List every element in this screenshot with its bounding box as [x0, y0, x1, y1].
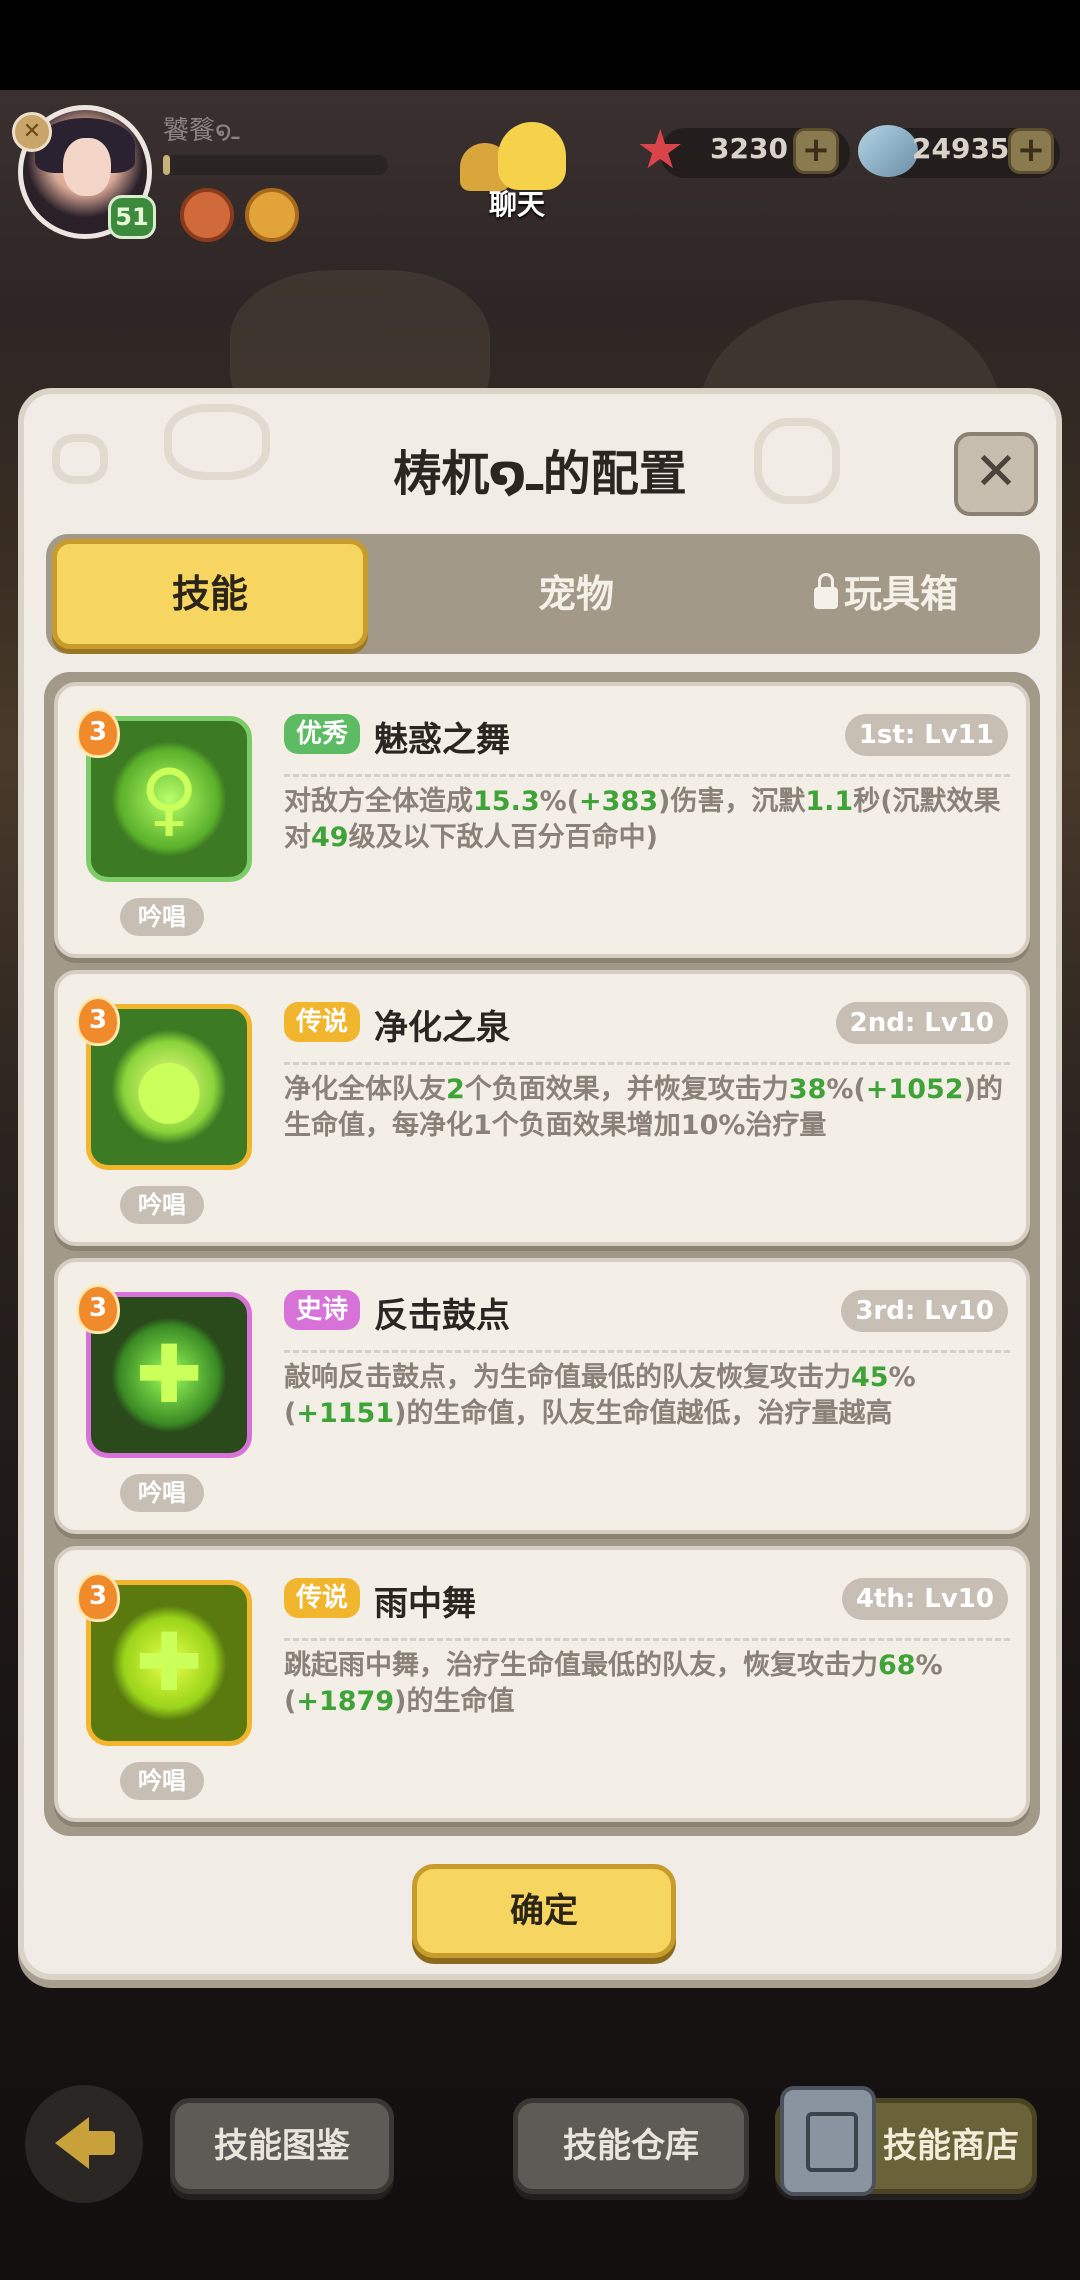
divider: [284, 1638, 1010, 1641]
skill-rank-badge: 3: [76, 996, 120, 1046]
divider: [284, 1062, 1010, 1065]
skill-slot-level: 2nd: Lv10: [835, 1002, 1008, 1044]
skill-rank-badge: 3: [76, 1572, 120, 1622]
skill-slot-level: 4th: Lv10: [841, 1578, 1008, 1620]
config-dialog: 梼杌໑ـ的配置 ✕ 技能 宠物 玩具箱 ♀ 3 吟唱 优秀 魅惑之舞 1st: Lv11 对…: [18, 388, 1062, 1980]
skill-stat-value: 45: [851, 1362, 889, 1393]
skill-card[interactable]: ● 3 吟唱 传说 净化之泉 2nd: Lv10 净化全体队友2个负面效果，并恢复攻击力38…: [54, 970, 1030, 1246]
mute-icon[interactable]: ✕: [12, 112, 52, 152]
skill-chant-tag: 吟唱: [120, 1474, 204, 1512]
back-arrow-tail: [85, 2131, 115, 2155]
skill-chant-tag: 吟唱: [120, 898, 204, 936]
chat-label[interactable]: 聊天: [482, 183, 552, 223]
xp-bar-fill: [163, 155, 170, 175]
skill-stat-value: +1879: [296, 1686, 395, 1717]
medal-icon[interactable]: [180, 188, 234, 242]
skill-chant-tag: 吟唱: [120, 1186, 204, 1224]
skill-name: 魅惑之舞: [374, 720, 510, 760]
chat-ghost-icon: [498, 122, 566, 190]
skill-description-text: 净化全体队友: [284, 1074, 446, 1105]
skill-name: 反击鼓点: [374, 1296, 510, 1336]
skill-list: ♀ 3 吟唱 优秀 魅惑之舞 1st: Lv11 对敌方全体造成15.3%(+383)伤害，…: [44, 672, 1040, 1836]
starfish-icon: ★: [636, 118, 685, 181]
skill-quality-badge: 优秀: [284, 714, 361, 754]
skill-description-text: 级及以下敌人百分百命中): [348, 822, 658, 853]
shop-tablet-icon: [780, 2086, 876, 2196]
skill-codex-button[interactable]: 技能图鉴: [170, 2098, 394, 2194]
skill-rank-badge: 3: [76, 1284, 120, 1334]
skill-stat-value: +383: [579, 786, 659, 817]
skill-description-text: )的生命值: [394, 1686, 515, 1717]
divider: [284, 774, 1010, 777]
tab-toybox[interactable]: 玩具箱: [736, 539, 1036, 649]
skill-card[interactable]: ✚ 3 吟唱 史诗 反击鼓点 3rd: Lv10 敲响反击鼓点，为生命值最低的队友恢复攻击力…: [54, 1258, 1030, 1534]
status-bar: [0, 0, 1080, 90]
skill-description: 跳起雨中舞，治疗生命值最低的队友，恢复攻击力68%(+1879)的生命值: [284, 1648, 1016, 1720]
skill-chant-tag: 吟唱: [120, 1762, 204, 1800]
skill-card[interactable]: ✚ 3 吟唱 传说 雨中舞 4th: Lv10 跳起雨中舞，治疗生命值最低的队友，恢复攻击力…: [54, 1546, 1030, 1822]
add-shell-button[interactable]: +: [1008, 128, 1054, 174]
skill-slot-level: 1st: Lv11: [844, 714, 1008, 756]
skill-icon-glyph: ✚: [135, 1616, 203, 1709]
skill-stat-value: +1052: [865, 1074, 964, 1105]
avatar-face: [63, 138, 111, 196]
tab-pets[interactable]: 宠物: [426, 539, 726, 649]
player-name: 饕餮໑ـ: [163, 116, 240, 146]
tab-toybox-label: 玩具箱: [843, 572, 958, 616]
skill-quality-badge: 传说: [284, 1002, 361, 1042]
skill-stat-value: 2: [446, 1074, 465, 1105]
skill-description: 净化全体队友2个负面效果，并恢复攻击力38%(+1052)的生命值，每净化1个负…: [284, 1072, 1016, 1144]
skill-description-text: %(: [826, 1074, 866, 1105]
lock-icon: [813, 573, 838, 609]
tab-skills[interactable]: 技能: [52, 539, 368, 649]
skill-stat-value: 15.3: [473, 786, 540, 817]
add-starfish-button[interactable]: +: [793, 128, 839, 174]
skill-card[interactable]: ♀ 3 吟唱 优秀 魅惑之舞 1st: Lv11 对敌方全体造成15.3%(+383)伤害，…: [54, 682, 1030, 958]
player-level-badge: 51: [108, 195, 156, 239]
skill-stat-value: 49: [311, 822, 349, 853]
starfish-count: 3230: [710, 132, 788, 165]
confirm-button[interactable]: 确定: [412, 1864, 676, 1958]
shell-icon: [858, 125, 918, 177]
skill-description: 敲响反击鼓点，为生命值最低的队友恢复攻击力45%(+1151)的生命值，队友生命…: [284, 1360, 1016, 1432]
skill-description-text: )伤害，沉默: [658, 786, 806, 817]
dialog-title: 梼杌໑ـ的配置: [393, 446, 687, 502]
back-arrow-icon: [55, 2117, 89, 2169]
skill-quality-badge: 传说: [284, 1578, 361, 1618]
skill-stat-value: +1151: [296, 1398, 395, 1429]
skill-description-text: 跳起雨中舞，治疗生命值最低的队友，恢复攻击力: [284, 1650, 878, 1681]
skill-description-text: 对敌方全体造成: [284, 786, 473, 817]
medal-icon[interactable]: [245, 188, 299, 242]
skill-icon-glyph: ●: [134, 1040, 204, 1133]
back-button[interactable]: [25, 2085, 143, 2203]
skill-description-text: %(: [539, 786, 580, 817]
skill-stat-value: 38: [788, 1074, 827, 1105]
skill-quality-badge: 史诗: [284, 1290, 361, 1330]
skill-stat-value: 68: [878, 1650, 916, 1681]
skill-name: 雨中舞: [374, 1584, 476, 1624]
skill-warehouse-button[interactable]: 技能仓库: [513, 2098, 749, 2194]
skill-name: 净化之泉: [374, 1008, 510, 1048]
skill-rank-badge: 3: [76, 708, 120, 758]
skill-description-text: )的生命值，队友生命值越低，治疗量越高: [394, 1398, 893, 1429]
skill-description: 对敌方全体造成15.3%(+383)伤害，沉默1.1秒(沉默效果对49级及以下敌…: [284, 784, 1016, 856]
skill-slot-level: 3rd: Lv10: [841, 1290, 1008, 1332]
skill-stat-value: 1.1: [805, 786, 854, 817]
divider: [284, 1350, 1010, 1353]
xp-bar: [163, 155, 388, 175]
tab-bar: 技能 宠物 玩具箱: [46, 534, 1040, 654]
close-button[interactable]: ✕: [954, 432, 1038, 516]
skill-icon-glyph: ✚: [135, 1328, 203, 1421]
skill-description-text: 个负面效果，并恢复攻击力: [464, 1074, 789, 1105]
skill-description-text: 敲响反击鼓点，为生命值最低的队友恢复攻击力: [284, 1362, 851, 1393]
skill-icon-glyph: ♀: [139, 752, 199, 845]
